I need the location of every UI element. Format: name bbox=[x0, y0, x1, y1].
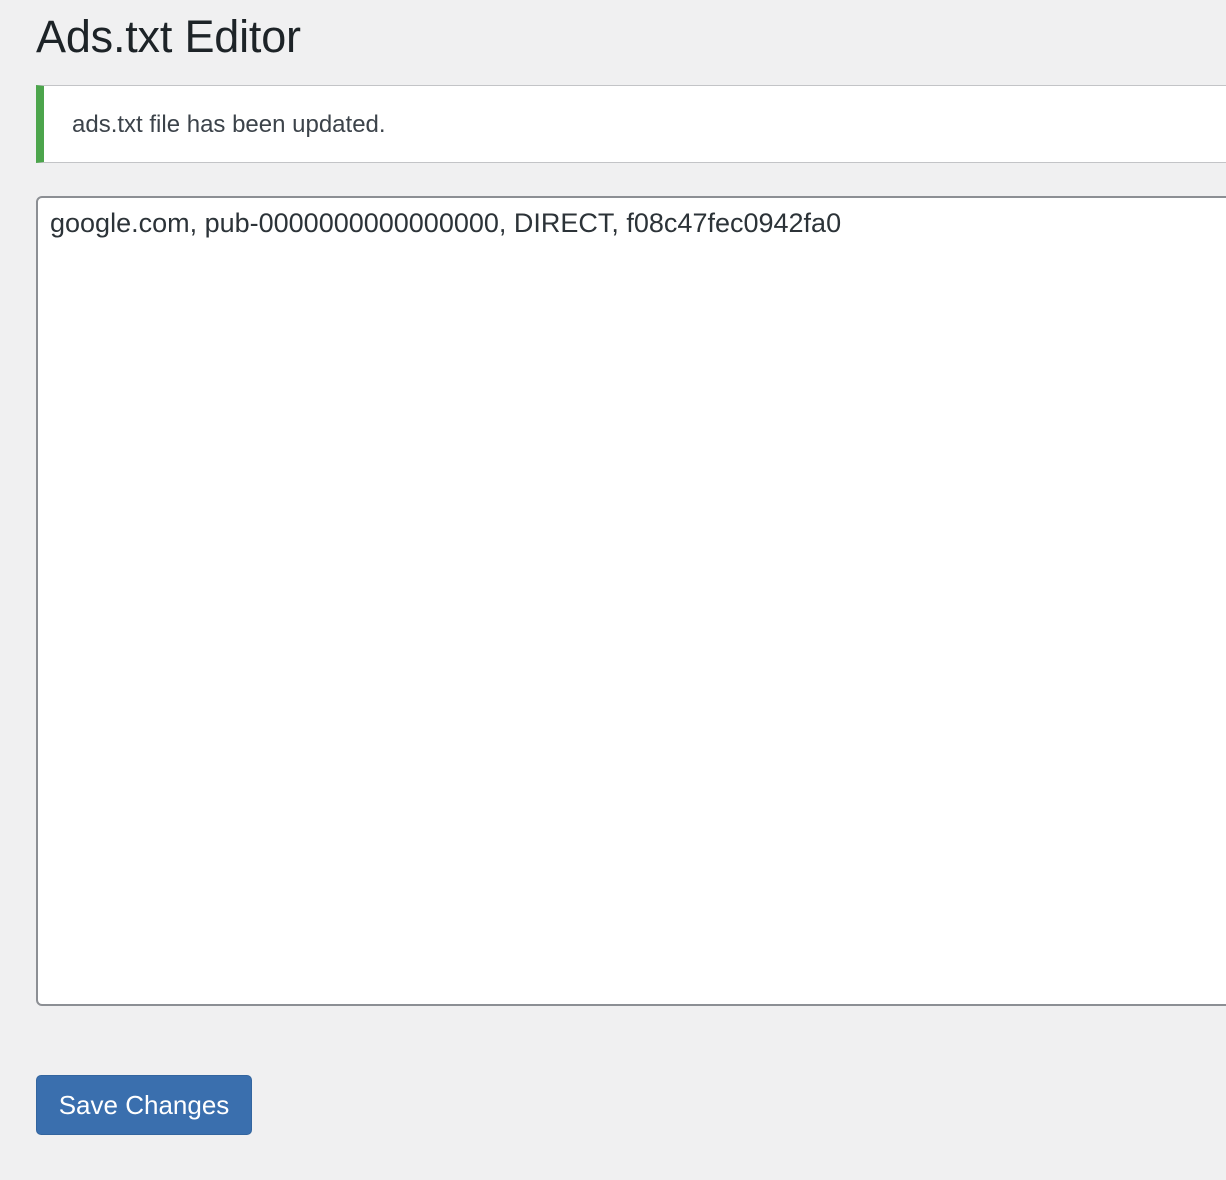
page-title: Ads.txt Editor bbox=[36, 11, 301, 62]
save-changes-button[interactable]: Save Changes bbox=[36, 1075, 252, 1135]
notice-message: ads.txt file has been updated. bbox=[72, 111, 386, 138]
success-notice: ads.txt file has been updated. bbox=[36, 85, 1226, 163]
ads-txt-textarea[interactable]: google.com, pub-0000000000000000, DIRECT… bbox=[36, 196, 1226, 1006]
ads-txt-editor-page: Ads.txt Editor ads.txt file has been upd… bbox=[0, 0, 1226, 1180]
